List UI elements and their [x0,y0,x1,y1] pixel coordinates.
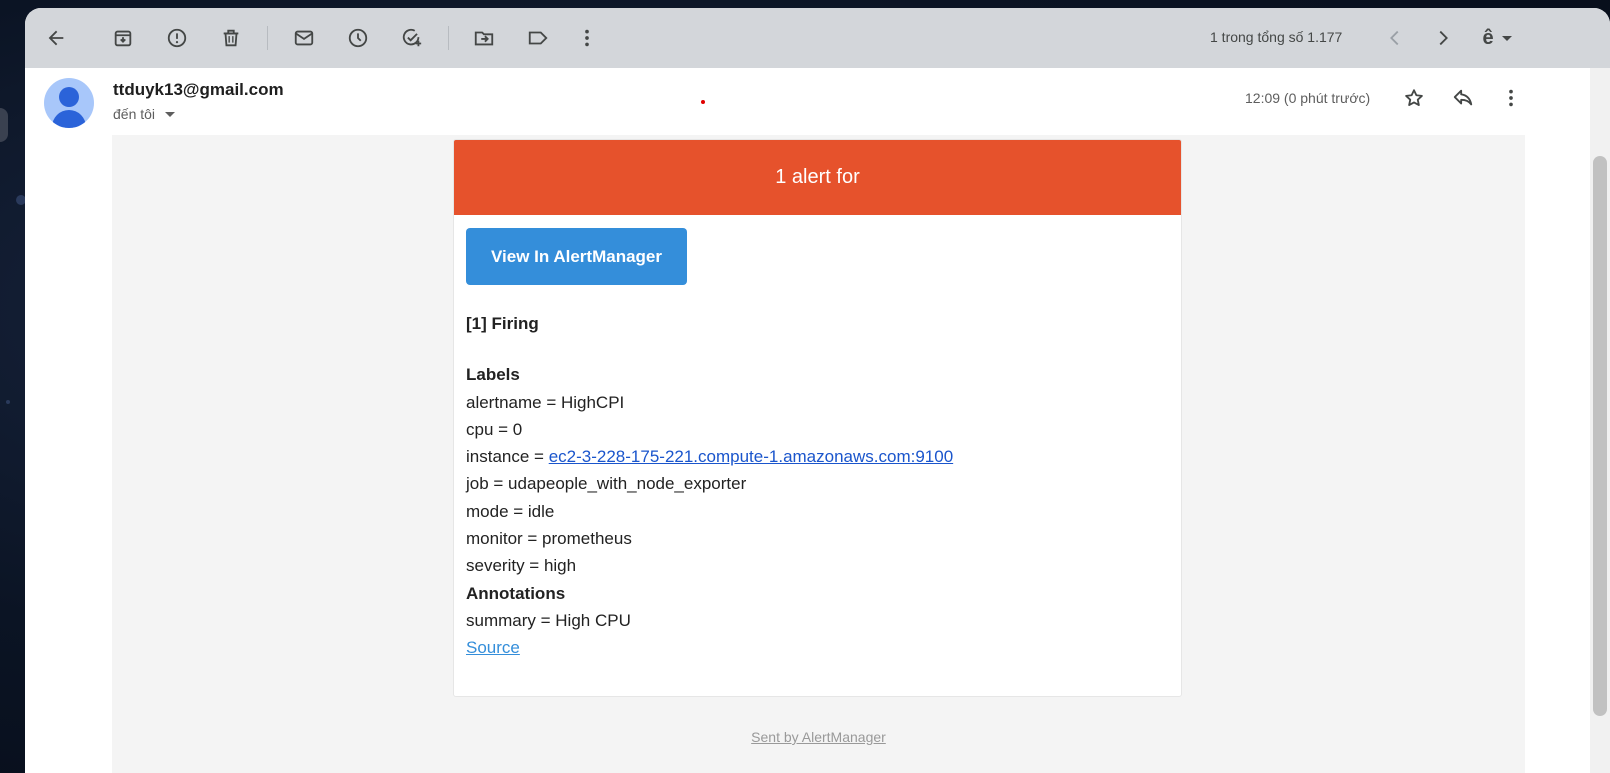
label-instance-key: instance = [466,447,549,467]
label-severity: severity = high [466,556,577,576]
label-mode: mode = idle [466,501,555,521]
toolbar-divider [448,26,449,50]
source-link[interactable]: Source [466,638,520,657]
alert-card: 1 alert for View In AlertManager [1] Fir… [453,139,1182,697]
add-task-icon[interactable] [394,20,430,56]
alert-header: 1 alert for [454,140,1181,215]
avatar [44,78,94,128]
back-arrow-icon[interactable] [38,20,74,56]
chevron-down-icon [1501,35,1512,41]
instance-link[interactable]: ec2-3-228-175-221.compute-1.amazonaws.co… [549,447,953,466]
page-count: 1 trong tổng số 1.177 [1210,29,1343,45]
label-instance: instance = ec2-3-228-175-221.compute-1.a… [466,443,1169,470]
gmail-window: 1 trong tổng số 1.177 ê ttduyk13@gmail.c… [25,8,1610,773]
newer-chevron-left-icon[interactable] [1377,20,1413,56]
alert-content: View In AlertManager [1] Firing Labels a… [454,215,1181,675]
toolbar-divider [267,26,268,50]
reply-icon[interactable] [1445,80,1481,116]
background-decoration [6,400,10,404]
move-to-icon[interactable] [466,20,502,56]
archive-icon[interactable] [105,20,141,56]
label-icon[interactable] [520,20,556,56]
scrollbar-thumb[interactable] [1593,156,1607,716]
label-alertname: alertname = HighCPI [466,392,625,412]
input-tools-icon: ê [1482,26,1494,49]
recipient-details[interactable]: đến tôi [113,106,176,122]
label-cpu: cpu = 0 [466,419,523,439]
view-in-alertmanager-button[interactable]: View In AlertManager [466,228,687,285]
sent-by-link[interactable]: Sent by AlertManager [751,729,886,745]
email-footer: Sent by AlertManager [112,729,1525,745]
label-monitor: monitor = prometheus [466,529,632,549]
more-vert-icon[interactable] [569,20,605,56]
cursor-dot [701,100,705,104]
recipient-label: đến tôi [113,106,156,122]
message-timestamp: 12:09 (0 phút trước) [1245,90,1371,106]
annotation-summary: summary = High CPU [466,610,631,630]
input-tools-button[interactable]: ê [1472,20,1522,56]
snooze-icon[interactable] [340,20,376,56]
delete-icon[interactable] [213,20,249,56]
chevron-down-icon[interactable] [165,111,176,117]
label-job: job = udapeople_with_node_exporter [466,474,747,494]
report-spam-icon[interactable] [159,20,195,56]
sender-email[interactable]: ttduyk13@gmail.com [113,80,284,100]
older-chevron-right-icon[interactable] [1425,20,1461,56]
alert-header-title: 1 alert for [775,166,860,188]
more-vert-icon[interactable] [1493,80,1529,116]
star-icon[interactable] [1396,80,1432,116]
firing-title: [1] Firing [466,314,539,333]
message-toolbar: 1 trong tổng số 1.177 ê [25,8,1610,68]
side-panel-handle[interactable] [0,108,8,142]
email-body: 1 alert for View In AlertManager [1] Fir… [112,135,1525,773]
annotations-title: Annotations [466,583,566,603]
mark-unread-icon[interactable] [286,20,322,56]
labels-title: Labels [466,365,520,385]
scrollbar[interactable] [1590,68,1610,773]
